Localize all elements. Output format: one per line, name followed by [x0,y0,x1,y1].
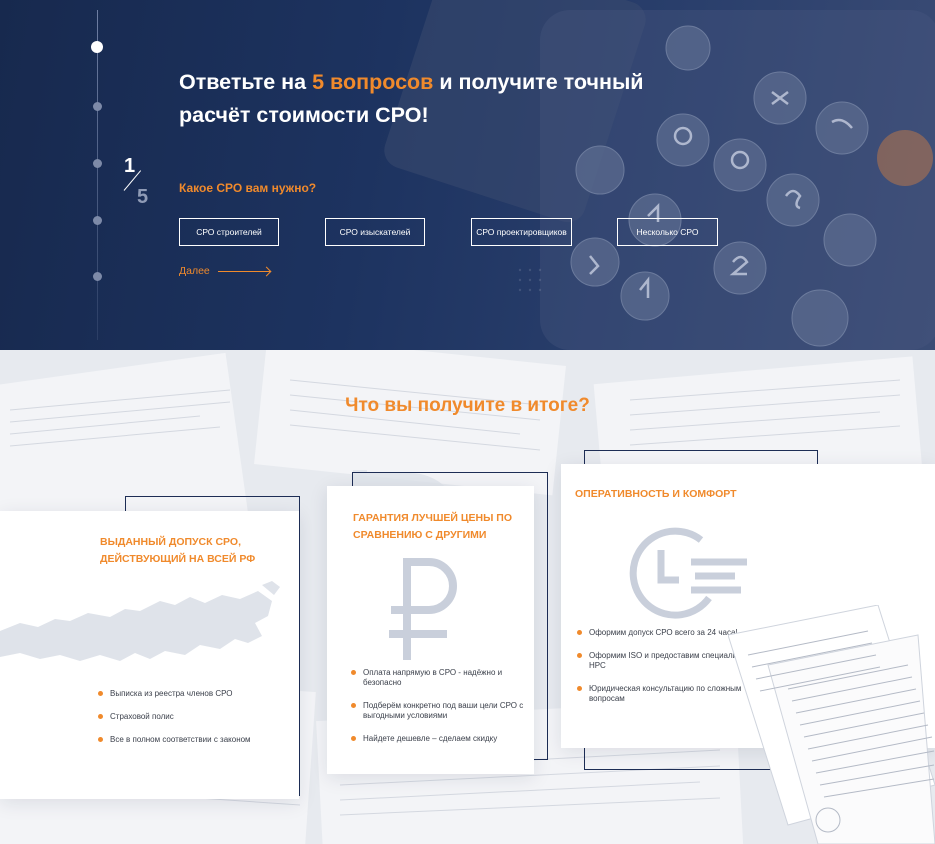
card-price: Гарантия лучшей цены по сравнению с друг… [327,486,534,774]
step-dot-4[interactable] [93,216,102,225]
quiz-question: Какое СРО вам нужно? [179,181,317,195]
next-label: Далее [179,265,210,277]
option-designers-button[interactable]: СРО проектировщиков [471,218,572,246]
card-permit: Выданный допуск СРО, действующий на всей… [0,511,299,799]
results-section: Что вы получите в итоге? Выданный допуск… [0,350,935,844]
step-counter-current: 1 [124,155,136,177]
russia-map-icon [0,581,280,661]
list-item: Выписка из реестра членов СРО [98,689,288,699]
results-title: Что вы получите в итоге? [345,395,590,416]
option-several-button[interactable]: Несколько СРО [617,218,718,246]
list-item: Найдете дешевле – сделаем скидку [351,734,526,744]
calculator-background [384,0,935,350]
card-permit-list: Выписка из реестра членов СРО Страховой … [98,689,288,758]
step-dot-2[interactable] [93,102,102,111]
next-button[interactable]: Далее [179,265,270,277]
quiz-hero: 1 5 Ответьте на 5 вопросов и получите то… [0,0,935,350]
option-surveyors-button[interactable]: СРО изыскателей [325,218,425,246]
list-item: Подберём конкретно под ваши цели СРО с в… [351,701,526,721]
card-price-list: Оплата напрямую в СРО - надёжно и безопа… [351,668,526,757]
step-progress-line [97,10,98,340]
quiz-title: Ответьте на 5 вопросов и получите точный… [179,66,649,132]
card-speed-title: Оперативность и комфорт [575,488,737,500]
quiz-title-part1: Ответьте на [179,70,313,94]
arrow-right-icon [217,270,270,272]
list-item: Оплата напрямую в СРО - надёжно и безопа… [351,668,526,688]
step-dot-3[interactable] [93,159,102,168]
option-builders-button[interactable]: СРО строителей [179,218,279,246]
step-dot-1[interactable] [91,41,103,53]
step-dot-5[interactable] [93,272,102,281]
card-price-title: Гарантия лучшей цены по сравнению с друг… [353,512,513,541]
list-item: Страховой полис [98,712,288,722]
quiz-title-accent: 5 вопросов [312,70,434,94]
documents-illustration [728,605,935,844]
list-item: Все в полном соответствии с законом [98,735,288,745]
ruble-icon [389,558,457,660]
step-counter-total: 5 [137,186,149,208]
